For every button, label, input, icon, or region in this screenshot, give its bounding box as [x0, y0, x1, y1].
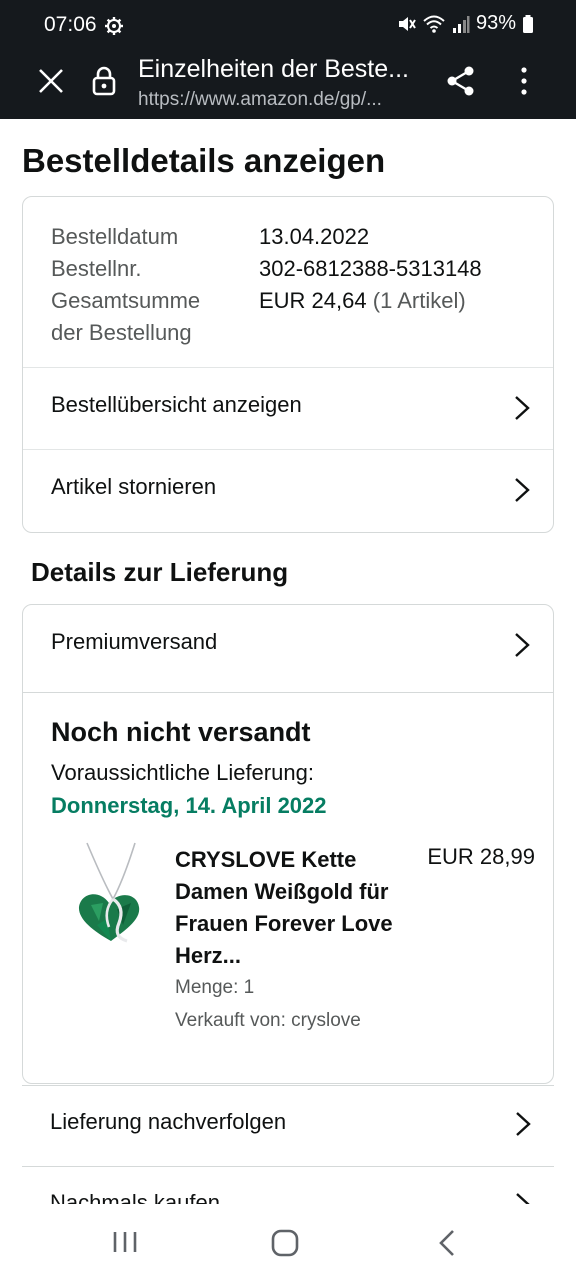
- cancel-items-label: Artikel stornieren: [51, 474, 217, 499]
- chevron-right-icon: [516, 1112, 531, 1136]
- page-title: Bestelldetails anzeigen: [22, 142, 386, 179]
- mute-icon: [398, 16, 416, 31]
- cancel-items-link[interactable]: Artikel stornieren: [23, 449, 553, 531]
- delivery-section-title: Details zur Lieferung: [31, 557, 289, 587]
- order-summary-card: Bestelldatum 13.04.2022 Bestellnr. 302-6…: [22, 196, 554, 533]
- url-text[interactable]: https://www.amazon.de/gp/...: [138, 89, 420, 111]
- wifi-icon: [423, 15, 445, 33]
- page-content[interactable]: Bestelldetails anzeigen Bestelldatum 13.…: [0, 119, 576, 1204]
- order-total-label-line1: Gesamtsumme: [51, 288, 201, 313]
- estimated-delivery-label: Voraussichtliche Lieferung:: [51, 760, 314, 785]
- order-number-value: 302-6812388-5313148: [259, 256, 482, 281]
- order-date-row: Bestelldatum 13.04.2022: [51, 221, 531, 253]
- home-icon[interactable]: [270, 1228, 300, 1258]
- view-order-summary-label: Bestellübersicht anzeigen: [51, 392, 302, 417]
- order-number-label: Bestellnr.: [51, 256, 142, 281]
- order-total-value: EUR 24,64 (1 Artikel): [259, 285, 466, 349]
- order-total-items: (1 Artikel): [372, 288, 466, 313]
- shipping-method-link[interactable]: Premiumversand: [23, 605, 553, 693]
- signal-icon: [452, 15, 470, 33]
- track-delivery-link[interactable]: Lieferung nachverfolgen: [22, 1085, 554, 1167]
- lock-icon[interactable]: [90, 64, 118, 98]
- close-icon[interactable]: [34, 64, 68, 98]
- status-bar: 07:06 93%: [0, 0, 576, 52]
- order-total-label: Gesamtsumme der Bestellung: [51, 285, 259, 349]
- battery-icon: [523, 14, 533, 33]
- product-quantity: Menge: 1: [175, 977, 255, 998]
- recent-apps-icon[interactable]: [112, 1230, 138, 1254]
- order-total-label-line2: der Bestellung: [51, 320, 192, 345]
- chevron-right-icon: [516, 1193, 530, 1204]
- browser-toolbar: Einzelheiten der Beste... https://www.am…: [0, 52, 576, 119]
- order-total-row: Gesamtsumme der Bestellung EUR 24,64 (1 …: [51, 285, 531, 349]
- shipping-method-label: Premiumversand: [51, 629, 218, 654]
- chevron-right-icon: [515, 396, 530, 420]
- chevron-right-icon: [515, 478, 530, 502]
- buy-again-label: Nachmals kaufen: [50, 1190, 220, 1204]
- order-date-label: Bestelldatum: [51, 224, 179, 249]
- product-seller: Verkauft von: cryslove: [175, 1010, 361, 1031]
- order-date-value: 13.04.2022: [259, 224, 370, 249]
- status-icons: 93%: [396, 12, 534, 35]
- page-tab-title: Einzelheiten der Beste...: [138, 55, 409, 83]
- order-number-row: Bestellnr. 302-6812388-5313148: [51, 253, 531, 285]
- battery-percent: 93%: [475, 12, 516, 34]
- delivery-card: Premiumversand Noch nicht versandt Vorau…: [22, 604, 554, 1084]
- status-time: 07:06: [44, 13, 97, 36]
- track-delivery-label: Lieferung nachverfolgen: [50, 1109, 287, 1134]
- order-summary: Bestelldatum 13.04.2022 Bestellnr. 302-6…: [51, 221, 531, 349]
- system-nav-bar: [0, 1204, 576, 1280]
- product-title-link[interactable]: CRYSLOVE Kette Damen Weißgold für Frauen…: [175, 844, 400, 972]
- gear-icon: [105, 17, 123, 35]
- product-image[interactable]: [73, 841, 147, 945]
- estimated-delivery-date: Donnerstag, 14. April 2022: [51, 793, 327, 818]
- share-icon[interactable]: [444, 64, 478, 98]
- chevron-right-icon: [515, 633, 530, 657]
- view-order-summary-link[interactable]: Bestellübersicht anzeigen: [23, 367, 553, 449]
- buy-again-link[interactable]: Nachmals kaufen: [22, 1166, 554, 1204]
- shipment-status: Noch nicht versandt: [51, 717, 311, 747]
- product-price: EUR 28,99: [427, 844, 535, 869]
- order-total-amount: EUR 24,64: [259, 288, 367, 313]
- back-icon[interactable]: [436, 1228, 458, 1258]
- more-vert-icon[interactable]: [510, 64, 538, 98]
